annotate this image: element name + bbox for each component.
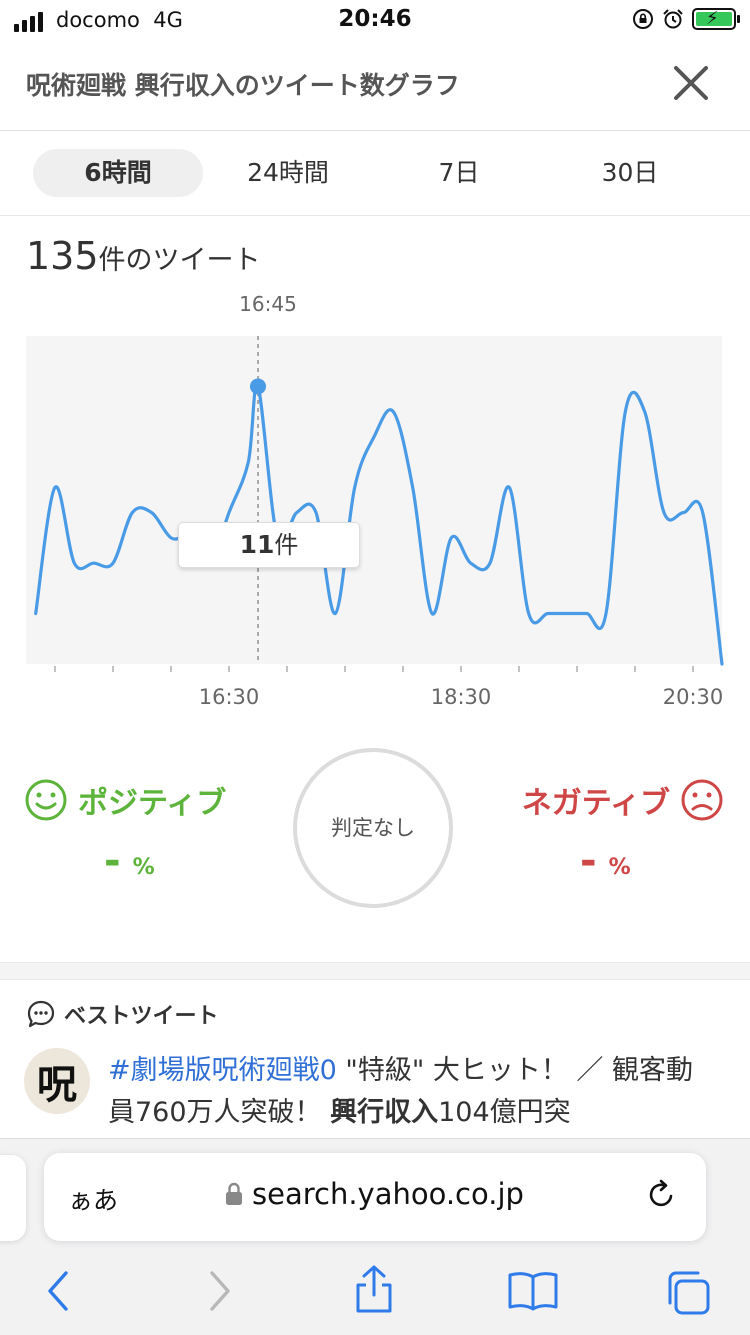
book-icon [508, 1272, 558, 1311]
negative-label-text: ネガティブ [521, 786, 670, 821]
tab-24h[interactable]: 24時間 [203, 149, 373, 197]
modal-header: 呪術廻戦 興行収入のツイート数グラフ [0, 40, 750, 131]
address-bar[interactable]: ぁあ search.yahoo.co.jp [44, 1153, 706, 1241]
tweet-highlight: 興行収入 [330, 1097, 439, 1128]
chart-selected-point[interactable] [250, 378, 266, 395]
forward-button[interactable] [204, 1269, 234, 1317]
sentiment-section: ポジティブ -% 判定なし ネガティブ -% [0, 740, 750, 960]
chevron-left-icon [48, 1271, 68, 1311]
url-text: search.yahoo.co.jp [252, 1177, 524, 1211]
tweet-count: 135件のツイート [26, 234, 261, 278]
frown-icon [681, 779, 723, 821]
tweet-body[interactable]: #劇場版呪術廻戦0 "特級" 大ヒット！ ／ 観客動員760万人突破！ 興行収入… [108, 1050, 718, 1134]
bookmarks-button[interactable] [506, 1269, 560, 1317]
negative-percentage: -% [580, 838, 631, 884]
share-icon [356, 1265, 392, 1313]
tweet-hashtag-link[interactable]: #劇場版呪術廻戦0 [108, 1055, 337, 1086]
page-settings-button[interactable]: ぁあ [68, 1181, 118, 1217]
page-title: 呪術廻戦 興行収入のツイート数グラフ [26, 71, 460, 100]
alarm-icon [663, 9, 683, 29]
orientation-lock-icon [633, 9, 653, 29]
status-icons: ⚡ [632, 8, 740, 30]
reload-button[interactable] [644, 1177, 680, 1217]
positive-label-text: ポジティブ [78, 786, 227, 821]
positive-unit: % [132, 855, 155, 880]
tabs-button[interactable] [664, 1269, 714, 1321]
selected-time-label: 16:45 [239, 292, 297, 316]
period-tabs: 6時間 24時間 7日 30日 [0, 131, 750, 216]
tooltip-value: 11 [239, 530, 275, 559]
close-button[interactable] [668, 60, 714, 106]
battery-icon: ⚡ [692, 8, 740, 30]
x-tick-label: 16:30 [199, 685, 260, 709]
neutral-indicator: 判定なし [293, 748, 453, 908]
tabs-icon [668, 1271, 710, 1315]
x-tick-label: 20:30 [663, 685, 724, 709]
x-tick-label: 18:30 [431, 685, 492, 709]
tab-7d[interactable]: 7日 [374, 149, 544, 197]
avatar-logo: 呪 [37, 1062, 77, 1108]
lock-icon [226, 1182, 242, 1205]
reload-icon [649, 1179, 673, 1207]
tooltip-unit: 件 [274, 531, 299, 559]
tab-30d[interactable]: 30日 [545, 149, 715, 197]
tweet-count-unit: 件のツイート [98, 245, 261, 276]
browser-toolbar [0, 1263, 750, 1323]
positive-percentage: -% [104, 838, 155, 884]
negative-unit: % [608, 855, 631, 880]
negative-value: - [580, 838, 597, 884]
share-button[interactable] [352, 1263, 396, 1319]
browser-bottom-bar: ぁあ search.yahoo.co.jp [0, 1138, 750, 1335]
section-divider [0, 962, 750, 980]
chevron-right-icon [210, 1271, 230, 1311]
positive-value: - [104, 838, 121, 884]
tab-6h[interactable]: 6時間 [33, 149, 203, 197]
speech-bubble-icon [27, 1000, 55, 1028]
smile-icon [25, 779, 67, 821]
positive-label: ポジティブ [24, 778, 226, 822]
url-display[interactable]: search.yahoo.co.jp [224, 1177, 524, 1211]
best-tweet-title: ベストツイート [64, 1004, 219, 1029]
tweet-count-chart[interactable]: 16:30 18:30 20:30 [0, 330, 750, 710]
previous-tab-card[interactable] [0, 1155, 26, 1241]
chart-tooltip: 11件 [178, 522, 360, 568]
status-bar: docomo 4G 20:46 ⚡ [0, 0, 750, 40]
back-button[interactable] [44, 1269, 74, 1317]
close-icon [674, 66, 708, 100]
tweet-text-part2: 104億円突 [438, 1097, 571, 1128]
avatar[interactable]: 呪 [24, 1048, 90, 1114]
best-tweet-heading: ベストツイート [26, 998, 218, 1030]
negative-label: ネガティブ [522, 778, 724, 822]
tweet-count-number: 135 [26, 234, 99, 278]
